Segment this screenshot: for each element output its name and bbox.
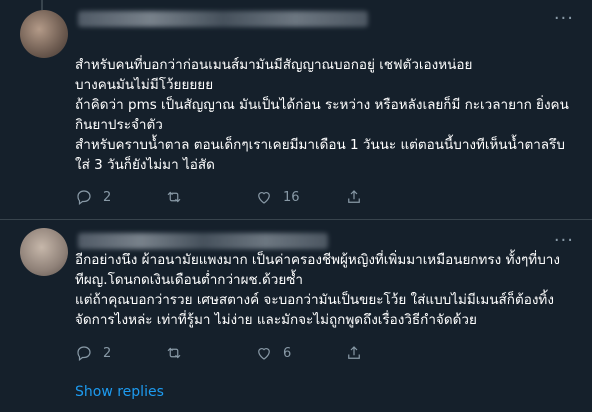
tweet-text: อีกอย่างนึง ผ้าอนามัยแพงมาก เป็นค่าครองช…: [75, 252, 560, 328]
more-options-icon[interactable]: ···: [554, 8, 574, 29]
retweet-icon: [167, 191, 181, 203]
tweet-actions: 2 6: [75, 344, 435, 362]
like-button[interactable]: 6: [255, 344, 345, 362]
reply-count: 2: [103, 345, 112, 361]
reply-button[interactable]: 2: [75, 188, 165, 206]
reply-icon: [77, 346, 91, 361]
share-icon: [348, 190, 360, 203]
reply-icon: [77, 190, 91, 205]
more-options-icon[interactable]: ···: [554, 230, 574, 251]
tweet-text: สำหรับคนที่บอกว่าก่อนเมนส์มามันมีสัญญาณบ…: [75, 57, 569, 173]
retweet-button[interactable]: [165, 344, 255, 362]
reply-count: 2: [103, 189, 112, 205]
reply-tweet-1[interactable]: ··· สำหรับคนที่บอกว่าก่อนเมนส์มามันมีสัญ…: [0, 0, 592, 220]
thread-line: [41, 0, 43, 10]
share-button[interactable]: [345, 344, 435, 362]
reply-button[interactable]: 2: [75, 344, 165, 362]
retweet-icon: [167, 347, 181, 359]
retweet-button[interactable]: [165, 188, 255, 206]
share-button[interactable]: [345, 188, 435, 206]
show-replies-link[interactable]: Show replies: [75, 384, 164, 400]
like-count: 6: [283, 345, 292, 361]
blurred-username[interactable]: [78, 11, 368, 27]
share-icon: [348, 346, 360, 359]
like-button[interactable]: 16: [255, 188, 345, 206]
heart-icon: [258, 348, 270, 360]
like-count: 16: [283, 189, 300, 205]
blurred-username[interactable]: [78, 233, 328, 249]
avatar[interactable]: [20, 10, 68, 58]
avatar[interactable]: [20, 228, 68, 276]
heart-icon: [258, 192, 270, 204]
tweet-actions: 2 16: [75, 188, 435, 206]
